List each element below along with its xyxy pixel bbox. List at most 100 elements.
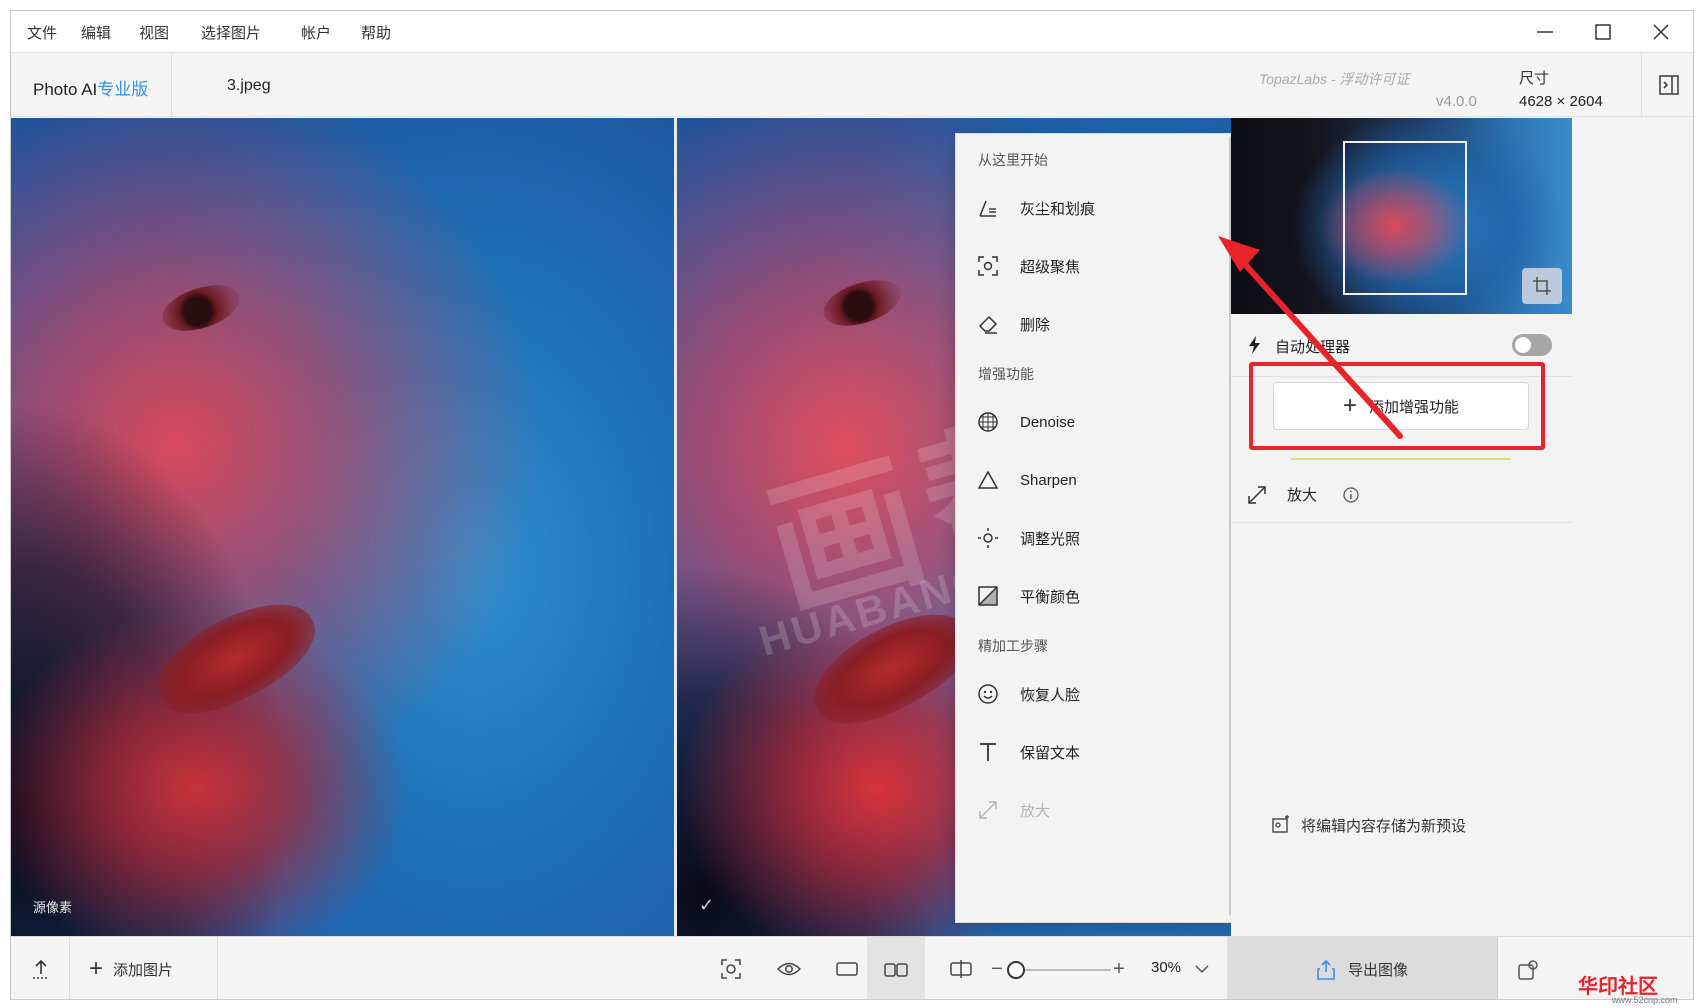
menu-item-recover-face[interactable]: 恢复人脸 [956,672,1226,716]
menu-item-label: 灰尘和划痕 [1020,200,1096,218]
navigator-thumbnail[interactable] [1231,118,1572,314]
version-label: v4.0.0 [1436,93,1477,110]
settings-export-icon [1517,959,1538,980]
zoom-slider-handle[interactable] [1007,961,1025,979]
autopilot-toggle[interactable] [1512,334,1552,356]
crop-icon [1533,277,1551,295]
info-icon[interactable] [1343,487,1359,503]
right-sidebar: 自动处理器 + 添加增强功能 放大 将编辑内容存储为新预设 [1231,118,1693,936]
denoise-icon [976,410,1000,434]
menu-item-sharpen[interactable]: Sharpen [956,458,1226,502]
menu-edit[interactable]: 编辑 [81,22,111,43]
light-icon [976,526,1000,550]
original-caption: 源像素 [33,900,73,915]
upload-button[interactable] [21,947,61,991]
export-label: 导出图像 [1347,962,1408,979]
menu-item-denoise[interactable]: Denoise [956,400,1226,444]
menu-item-balance-color[interactable]: 平衡颜色 [956,574,1226,618]
app-title: Photo AI专业版 [33,75,148,100]
minus-icon: − [991,957,1003,980]
menu-account[interactable]: 帐户 [301,22,331,43]
menu-item-label: 放大 [1020,802,1051,820]
save-preset-label: 将编辑内容存储为新预设 [1301,817,1467,835]
menu-item-label: 删除 [1020,316,1051,334]
menu-item-label: 超级聚焦 [1020,258,1081,276]
single-view-icon [836,962,858,976]
menu-item-label: 平衡颜色 [1020,588,1081,606]
plus-icon: + [1113,957,1125,980]
camera-focus-icon [721,959,741,979]
save-preset-button[interactable]: 将编辑内容存储为新预设 [1271,810,1466,840]
menu-item-label: Denoise [1020,413,1076,431]
menu-item-label: 调整光照 [1020,530,1081,548]
app-name: Photo AI [33,80,98,99]
upscale-label: 放大 [1287,487,1318,504]
minimize-icon [1537,31,1553,33]
app-header: Photo AI专业版 3.jpeg TopazLabs - 浮动许可证 v4.… [11,53,1693,117]
eraser-icon [976,312,1000,336]
panel-toggle-button[interactable] [1641,53,1693,117]
file-tab[interactable]: 3.jpeg [227,77,271,95]
plus-icon: + [89,955,104,982]
dimensions-value: 4628 × 2604 [1519,93,1603,110]
toolbar-divider [217,937,218,999]
menu-item-upscale: 放大 [956,788,1226,832]
section-finishing: 精加工步骤 [978,638,1048,654]
add-image-label: 添加图片 [113,961,174,979]
maximize-button[interactable] [1579,15,1627,49]
menu-item-super-focus[interactable]: 超级聚焦 [956,244,1226,288]
menu-select-image[interactable]: 选择图片 [201,22,261,43]
minimize-button[interactable] [1521,15,1569,49]
snapshot-button[interactable] [711,947,751,991]
menu-file[interactable]: 文件 [27,22,57,43]
menu-item-label: 保留文本 [1020,744,1081,762]
corner-url: www.52cnp.com [1612,995,1678,1005]
menu-item-adjust-lighting[interactable]: 调整光照 [956,516,1226,560]
lightning-icon [1249,336,1260,354]
zoom-level[interactable]: 30% [1151,959,1181,976]
zoom-slider-track[interactable] [1011,969,1111,971]
export-button[interactable]: 导出图像 [1227,937,1497,999]
add-image-button[interactable]: + 添加图片 [89,947,219,991]
menu-help[interactable]: 帮助 [361,22,391,43]
crop-button[interactable] [1522,268,1562,304]
add-enhancement-dropdown: 从这里开始 灰尘和划痕 超级聚焦 删除 增强功能 Denoise Sharpen… [955,133,1237,923]
highlight-box [1249,362,1545,450]
upload-icon [33,959,49,979]
menu-item-label: 恢复人脸 [1020,686,1081,704]
upscale-row[interactable]: 放大 [1231,468,1572,522]
menu-item-dust-scratch[interactable]: 灰尘和划痕 [956,186,1226,230]
lips-shape [142,582,330,734]
text-icon [976,740,1000,764]
section-start-here: 从这里开始 [978,152,1048,168]
close-button[interactable] [1637,15,1685,49]
app-window: 文件 编辑 视图 选择图片 帐户 帮助 Photo AI专业版 3.jpeg T… [10,10,1694,1000]
menu-item-preserve-text[interactable]: 保留文本 [956,730,1226,774]
header-divider [171,53,172,117]
menu-item-remove[interactable]: 删除 [956,302,1226,346]
toggle-knob [1515,337,1531,353]
single-view-button[interactable] [827,947,867,991]
side-by-side-button[interactable] [867,937,925,999]
original-image-pane[interactable]: 源像素 [11,118,674,936]
menu-view[interactable]: 视图 [139,22,169,43]
export-settings-button[interactable] [1497,937,1557,999]
dust-scratch-icon [976,196,1000,220]
app-edition: 专业版 [97,80,149,99]
export-icon [1317,959,1335,980]
zoom-out-button[interactable]: − [987,947,1007,991]
eye-icon [777,962,801,976]
preview-toggle-button[interactable] [769,947,809,991]
preset-save-icon [1272,815,1289,833]
zoom-dropdown-button[interactable] [1191,947,1213,991]
viewport-rect[interactable] [1343,141,1467,295]
split-view-button[interactable] [941,947,981,991]
license-info: TopazLabs - 浮动许可证 [1259,71,1410,87]
side-by-side-icon [884,962,908,977]
section-enhance: 增强功能 [978,366,1034,382]
menubar: 文件 编辑 视图 选择图片 帐户 帮助 [11,11,1693,53]
toolbar-divider [69,937,70,999]
zoom-in-button[interactable]: + [1109,947,1129,991]
check-icon: ✓ [699,895,715,915]
maximize-icon [1595,24,1611,40]
